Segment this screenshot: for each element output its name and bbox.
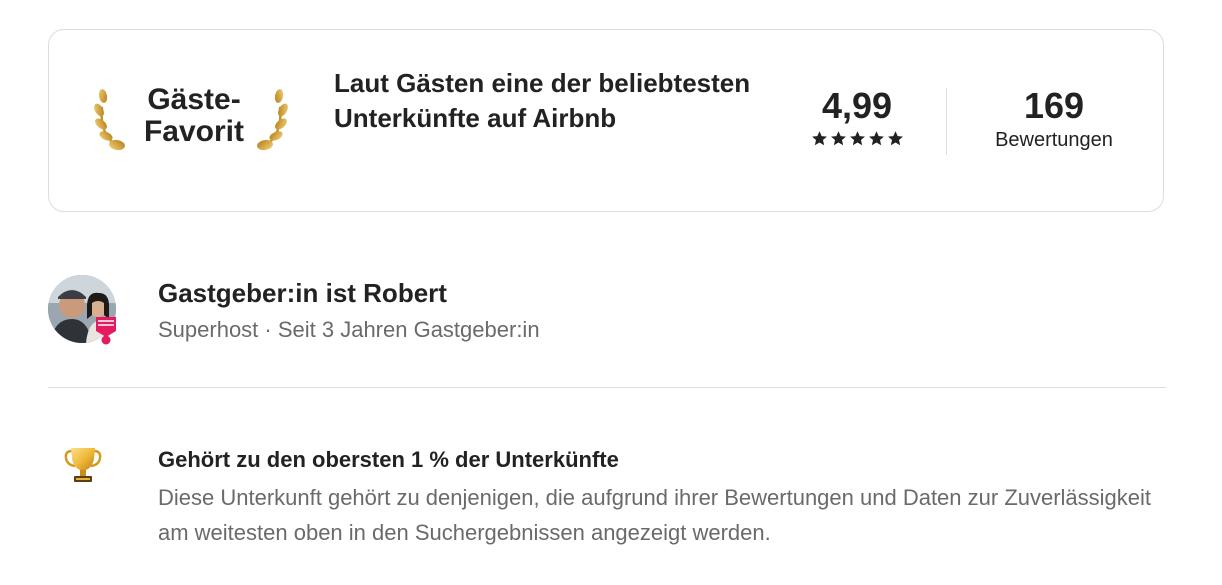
reviews-link[interactable]: 169 Bewertungen bbox=[979, 86, 1129, 154]
guest-favorite-label-text: Gäste- Favorit bbox=[143, 83, 245, 148]
star-icon bbox=[868, 131, 884, 146]
guest-favorite-card: Gäste- Favorit Laut Gästen eine der beli… bbox=[48, 29, 1164, 212]
reviews-label: Bewertungen bbox=[995, 129, 1113, 151]
star-icon bbox=[849, 131, 865, 146]
guest-favorite-description: Laut Gästen eine der beliebtesten Unterk… bbox=[334, 68, 751, 133]
laurel-left-icon bbox=[94, 89, 125, 151]
highlight-description: Diese Unterkunft gehört zu denjenigen, d… bbox=[158, 485, 1152, 545]
host-title: Gastgeber:in ist Robert bbox=[158, 278, 447, 308]
rating-value: 4,99 bbox=[821, 85, 893, 126]
laurel-right-icon bbox=[257, 89, 288, 151]
trophy-icon bbox=[64, 448, 102, 482]
listing-highlights: Gäste- Favorit Laut Gästen eine der beli… bbox=[0, 0, 1222, 585]
rating-block: 4,99 bbox=[789, 86, 925, 147]
star-rating bbox=[789, 130, 925, 147]
reviews-count: 169 bbox=[1023, 85, 1085, 126]
star-icon bbox=[887, 131, 903, 146]
star-icon bbox=[830, 131, 846, 146]
star-icon bbox=[811, 131, 827, 146]
section-divider bbox=[48, 387, 1166, 388]
guest-favorite-label: Gäste- Favorit bbox=[139, 84, 249, 148]
highlight-title: Gehört zu den obersten 1 % der Unterkünf… bbox=[158, 447, 619, 472]
superhost-badge-icon bbox=[96, 317, 116, 345]
host-subtitle: Superhost · Seit 3 Jahren Gastgeber:in bbox=[158, 317, 540, 342]
rating-divider bbox=[946, 88, 947, 155]
